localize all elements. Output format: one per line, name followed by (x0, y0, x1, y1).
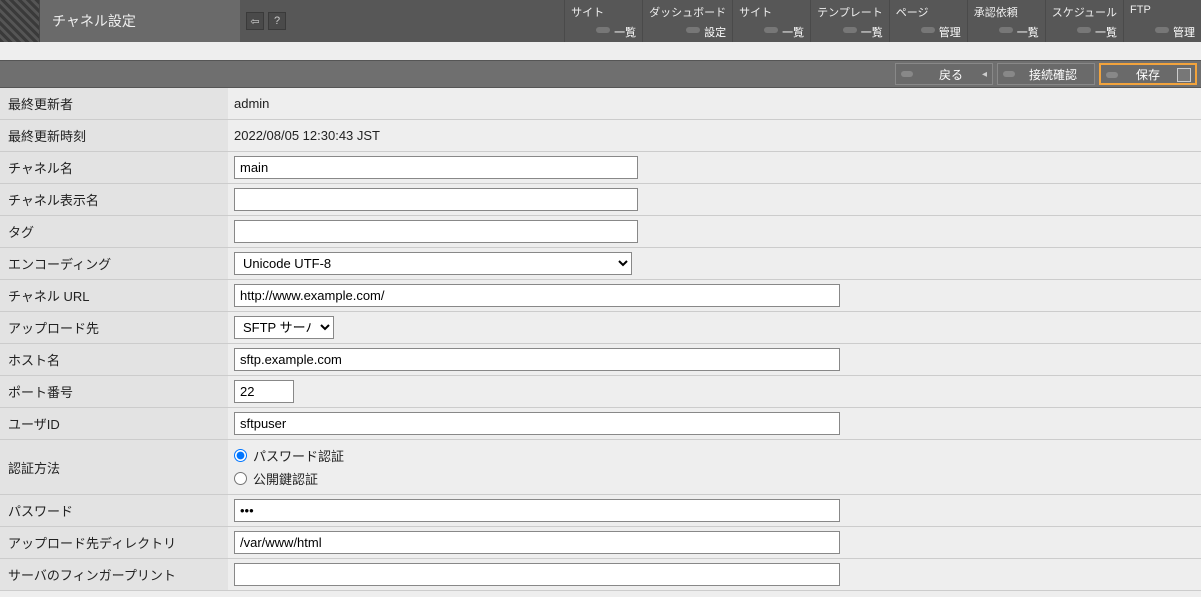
title-toolbar: ⇦ ? (240, 0, 292, 42)
nav-item-sublabel: 一覧 (999, 24, 1039, 40)
tag-input[interactable] (234, 220, 638, 243)
channel-name-input[interactable] (234, 156, 638, 179)
nav-item-4[interactable]: ページ管理 (889, 0, 967, 42)
nav-item-label: 承認依頼 (974, 4, 1039, 20)
label-tag: タグ (0, 216, 228, 248)
app-logo (0, 0, 40, 42)
auth-pubkey-radio[interactable] (234, 472, 247, 485)
nav-item-sublabel: 一覧 (764, 24, 804, 40)
main-nav: サイト一覧ダッシュボード設定サイト一覧テンプレート一覧ページ管理承認依頼一覧スケ… (564, 0, 1201, 42)
save-button[interactable]: 保存 (1099, 63, 1197, 85)
nav-item-label: FTP (1130, 4, 1195, 16)
nav-item-sublabel: 設定 (686, 24, 726, 40)
top-bar: チャネル設定 ⇦ ? サイト一覧ダッシュボード設定サイト一覧テンプレート一覧ペー… (0, 0, 1201, 42)
label-encoding: エンコーディング (0, 248, 228, 280)
nav-item-7[interactable]: FTP 管理 (1123, 0, 1201, 42)
nav-item-6[interactable]: スケジュール一覧 (1045, 0, 1123, 42)
help-icon[interactable]: ? (268, 12, 286, 30)
nav-item-5[interactable]: 承認依頼一覧 (967, 0, 1045, 42)
auth-pubkey-option[interactable]: 公開鍵認証 (234, 467, 1195, 490)
label-port: ポート番号 (0, 376, 228, 408)
auth-password-option[interactable]: パスワード認証 (234, 444, 1195, 467)
label-upload-dest: アップロード先 (0, 312, 228, 344)
nav-item-3[interactable]: テンプレート一覧 (810, 0, 889, 42)
nav-item-label: テンプレート (817, 4, 883, 20)
back-button[interactable]: 戻る (895, 63, 993, 85)
channel-url-input[interactable] (234, 284, 840, 307)
user-id-input[interactable] (234, 412, 840, 435)
label-host: ホスト名 (0, 344, 228, 376)
label-password: パスワード (0, 495, 228, 527)
back-icon[interactable]: ⇦ (246, 12, 264, 30)
host-input[interactable] (234, 348, 840, 371)
label-auth-method: 認証方法 (0, 440, 228, 495)
upload-dir-input[interactable] (234, 531, 840, 554)
nav-item-label: ダッシュボード (649, 4, 726, 20)
label-last-updated: 最終更新時刻 (0, 120, 228, 152)
upload-dest-select[interactable]: SFTP サーバ (234, 316, 334, 339)
nav-item-2[interactable]: サイト一覧 (732, 0, 810, 42)
auth-password-label: パスワード認証 (253, 446, 344, 465)
nav-item-sublabel: 一覧 (596, 24, 636, 40)
nav-item-sublabel: 一覧 (843, 24, 883, 40)
page-title: チャネル設定 (40, 0, 240, 42)
password-input[interactable] (234, 499, 840, 522)
nav-item-sublabel: 管理 (1155, 24, 1195, 40)
action-toolbar: 戻る 接続確認 保存 (0, 60, 1201, 88)
connect-check-button[interactable]: 接続確認 (997, 63, 1095, 85)
value-last-updated: 2022/08/05 12:30:43 JST (228, 120, 1201, 152)
nav-item-sublabel: 一覧 (1077, 24, 1117, 40)
nav-item-label: サイト (571, 4, 636, 20)
label-channel-display: チャネル表示名 (0, 184, 228, 216)
fingerprint-input[interactable] (234, 563, 840, 586)
label-channel-url: チャネル URL (0, 280, 228, 312)
port-input[interactable] (234, 380, 294, 403)
nav-item-label: スケジュール (1052, 4, 1117, 20)
label-upload-dir: アップロード先ディレクトリ (0, 527, 228, 559)
nav-item-label: サイト (739, 4, 804, 20)
channel-display-input[interactable] (234, 188, 638, 211)
label-fingerprint: サーバのフィンガープリント (0, 559, 228, 591)
label-channel-name: チャネル名 (0, 152, 228, 184)
label-user-id: ユーザID (0, 408, 228, 440)
label-last-updater: 最終更新者 (0, 88, 228, 120)
auth-password-radio[interactable] (234, 449, 247, 462)
encoding-select[interactable]: Unicode UTF-8 (234, 252, 632, 275)
settings-form: 最終更新者 admin 最終更新時刻 2022/08/05 12:30:43 J… (0, 88, 1201, 591)
value-last-updater: admin (228, 88, 1201, 120)
nav-item-0[interactable]: サイト一覧 (564, 0, 642, 42)
nav-item-sublabel: 管理 (921, 24, 961, 40)
nav-item-label: ページ (896, 4, 961, 20)
nav-item-1[interactable]: ダッシュボード設定 (642, 0, 732, 42)
auth-pubkey-label: 公開鍵認証 (253, 469, 318, 488)
